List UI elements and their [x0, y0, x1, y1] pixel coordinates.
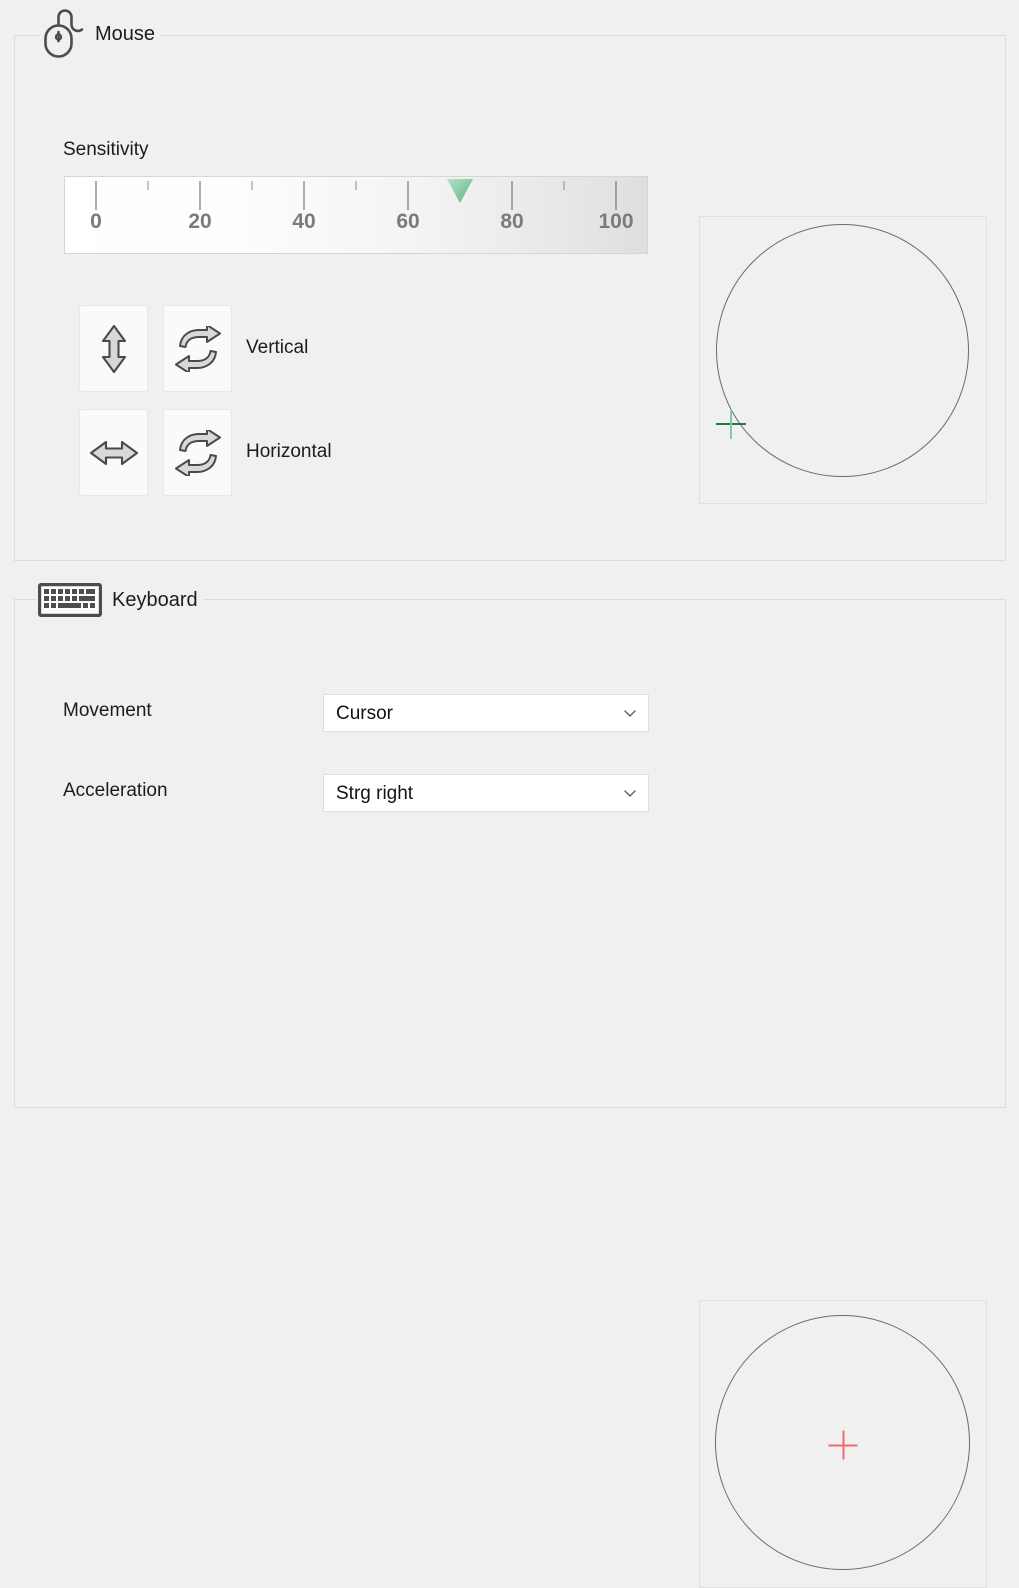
scale-tick-label: 40 [292, 210, 315, 234]
scale-tick-minor [252, 181, 253, 190]
scale-tick-major [200, 181, 201, 210]
movement-label: Movement [63, 700, 152, 722]
swap-arrows-icon [173, 430, 223, 476]
scale-tick-major [96, 181, 97, 210]
scale-tick-minor [564, 181, 565, 190]
mouse-group-box: Mouse Sensitivity 020406080100 Vertical [14, 35, 1006, 561]
keyboard-group-title: Keyboard [112, 590, 198, 610]
mouse-group-title: Mouse [95, 24, 155, 44]
crosshair-vertical-line [730, 409, 732, 439]
horizontal-axis-label: Horizontal [246, 441, 332, 463]
acceleration-value: Strg right [336, 784, 622, 803]
keyboard-group-header: Keyboard [36, 580, 204, 620]
crosshair-vertical-line [842, 1431, 844, 1460]
sensitivity-slider[interactable]: 0 20 40 60 80 100 [64, 176, 648, 254]
chevron-down-icon [622, 785, 638, 801]
scale-tick-major [408, 181, 409, 210]
scale-tick-major [304, 181, 305, 210]
vertical-direction-button[interactable] [79, 305, 148, 392]
mouse-group-header: Mouse [39, 14, 161, 54]
vertical-double-arrow-icon [97, 323, 131, 375]
scale-tick-label: 60 [396, 210, 419, 234]
scale-tick-major [512, 181, 513, 210]
movement-value: Cursor [336, 704, 622, 723]
scale-tick-label: 0 [90, 210, 102, 234]
sensitivity-label: Sensitivity [63, 139, 149, 161]
acceleration-label: Acceleration [63, 780, 168, 802]
scale-tick-minor [356, 181, 357, 190]
mouse-preview-panel[interactable] [699, 216, 987, 504]
mouse-preview-circle [716, 224, 969, 477]
scale-tick-major [616, 181, 617, 210]
swap-arrows-icon [173, 326, 223, 372]
keyboard-preview-panel[interactable] [699, 1300, 987, 1588]
vertical-invert-button[interactable] [163, 305, 232, 392]
scale-tick-label: 80 [500, 210, 523, 234]
sensitivity-marker[interactable] [447, 179, 473, 203]
horizontal-invert-button[interactable] [163, 409, 232, 496]
scale-tick-label: 100 [598, 210, 633, 234]
scale-tick-label: 20 [188, 210, 211, 234]
keyboard-icon [38, 583, 102, 617]
scale-tick-minor [148, 181, 149, 190]
vertical-axis-label: Vertical [246, 337, 308, 359]
chevron-down-icon [622, 705, 638, 721]
horizontal-double-arrow-icon [88, 436, 140, 470]
mouse-icon [41, 8, 85, 60]
keyboard-group-box: Keyboard Movement Cursor Acceleration St… [14, 599, 1006, 1108]
acceleration-dropdown[interactable]: Strg right [323, 774, 649, 812]
keyboard-position-crosshair [829, 1431, 858, 1460]
movement-dropdown[interactable]: Cursor [323, 694, 649, 732]
mouse-position-crosshair [716, 409, 746, 439]
horizontal-direction-button[interactable] [79, 409, 148, 496]
